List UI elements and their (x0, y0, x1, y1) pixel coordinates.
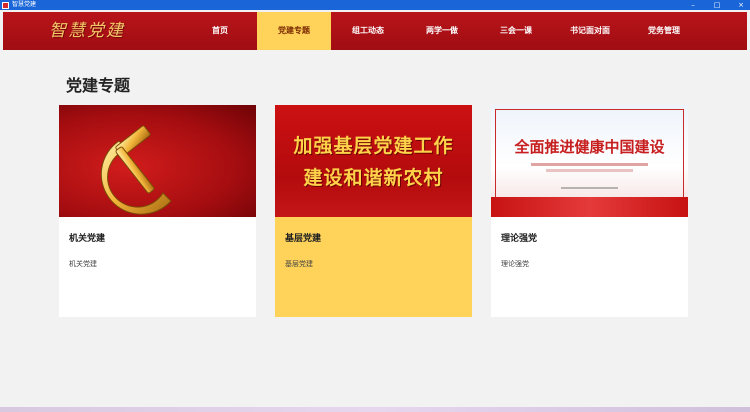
card-subtitle: 基层党建 (285, 260, 313, 268)
app-logo[interactable]: 智慧党建 (49, 17, 125, 45)
nav-three-meetings[interactable]: 三会一课 (479, 12, 553, 50)
poster-headline: 全面推进健康中国建设 (514, 138, 665, 156)
card-image-poster: 全面推进健康中国建设 (491, 105, 688, 217)
maximize-icon[interactable]: □ (712, 0, 722, 10)
window-title: 智慧党建 (12, 1, 37, 8)
banner-line-2: 建设和谐新农村 (303, 167, 444, 189)
main-content: 党建专题 机关党建 机关党建 加强基层党建工作 建设和谐新农村 基层党建 基层党… (3, 50, 747, 407)
close-icon[interactable]: × (736, 0, 746, 10)
taskbar-strip (0, 407, 750, 412)
card-image-banner: 加强基层党建工作 建设和谐新农村 (275, 105, 472, 217)
card-subtitle: 机关党建 (69, 260, 97, 268)
page-title: 党建专题 (66, 76, 131, 95)
nav-home[interactable]: 首页 (183, 12, 257, 50)
minimize-icon[interactable]: – (688, 0, 698, 10)
nav-secretary-talk[interactable]: 书记面对面 (553, 12, 627, 50)
poster-subline (546, 169, 633, 172)
card-image-emblem (59, 105, 256, 217)
nav-two-studies[interactable]: 两学一做 (405, 12, 479, 50)
hammer-sickle-icon (100, 125, 172, 215)
nav-party-topics[interactable]: 党建专题 (257, 12, 331, 50)
card-title: 理论强党 (501, 234, 538, 244)
nav-party-affairs[interactable]: 党务管理 (627, 12, 701, 50)
top-navbar: 智慧党建 首页 党建专题 组工动态 两学一做 三会一课 书记面对面 党务管理 (3, 12, 747, 50)
window-titlebar: 智慧党建 – □ × (0, 0, 750, 10)
card-title: 基层党建 (285, 234, 322, 244)
card-title: 机关党建 (69, 234, 106, 244)
poster-subline (531, 163, 648, 166)
nav-org-news[interactable]: 组工动态 (331, 12, 405, 50)
topic-card-theory[interactable]: 全面推进健康中国建设 理论强党 理论强党 (491, 105, 688, 317)
card-subtitle: 理论强党 (501, 260, 529, 268)
topic-card-organ[interactable]: 机关党建 机关党建 (59, 105, 256, 317)
poster-skyline (491, 197, 688, 217)
app-icon (2, 1, 9, 9)
window-controls: – □ × (688, 0, 746, 10)
main-nav: 首页 党建专题 组工动态 两学一做 三会一课 书记面对面 党务管理 (183, 12, 701, 50)
banner-line-1: 加强基层党建工作 (293, 135, 454, 157)
poster-subline (561, 187, 618, 189)
topic-card-grassroots[interactable]: 加强基层党建工作 建设和谐新农村 基层党建 基层党建 (275, 105, 472, 317)
